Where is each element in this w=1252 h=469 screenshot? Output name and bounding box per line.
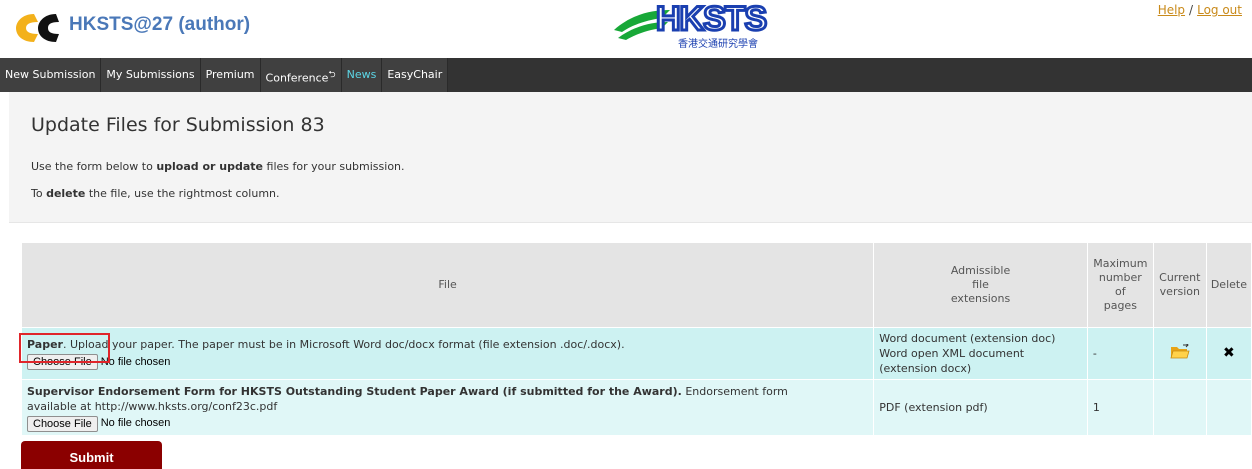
table-header-row: File Admissible file extensions Maximum num… bbox=[20, 242, 1252, 328]
file-column-header: File bbox=[20, 242, 875, 328]
top-links: Help / Log out bbox=[1158, 3, 1242, 17]
choose-file-button[interactable]: Choose File bbox=[27, 415, 98, 432]
intro-line-2: To delete the file, use the rightmost co… bbox=[31, 187, 280, 200]
page-title: Update Files for Submission 83 bbox=[31, 114, 325, 136]
nav-my-submissions[interactable]: My Submissions bbox=[101, 58, 201, 92]
nav-conference[interactable]: Conference⮌ bbox=[261, 58, 342, 92]
file-cell: Supervisor Endorsement Form for HKSTS Ou… bbox=[20, 379, 875, 436]
nav-menu: New Submission My Submissions Premium Co… bbox=[0, 58, 449, 92]
current-version-column-header: Current version bbox=[1152, 242, 1207, 328]
help-link[interactable]: Help bbox=[1158, 3, 1185, 17]
file-description: Supervisor Endorsement Form for HKSTS Ou… bbox=[27, 384, 788, 413]
delete-icon[interactable]: ✖ bbox=[1223, 345, 1235, 361]
extensions-cell: PDF (extension pdf) bbox=[873, 379, 1088, 436]
nav-conference-label: Conference bbox=[265, 71, 329, 85]
files-table: File Admissible file extensions Maximum num… bbox=[20, 242, 1252, 436]
choose-file-button[interactable]: Choose File bbox=[27, 354, 98, 370]
header: HKSTS@27 (author) HKSTS 香港交通研究學會 Help / Lo… bbox=[0, 0, 1252, 58]
max-pages-cell: - bbox=[1086, 327, 1154, 380]
delete-column-header: Delete bbox=[1205, 242, 1252, 328]
hksts-logo: HKSTS 香港交通研究學會 bbox=[614, 0, 769, 50]
file-cell: Paper. Upload your paper. The paper must… bbox=[20, 327, 875, 380]
easychair-logo-icon bbox=[16, 14, 59, 42]
logo-text: HKSTS bbox=[656, 0, 767, 38]
page-header-section: Update Files for Submission 83 Use the f… bbox=[9, 92, 1252, 223]
table-row: Supervisor Endorsement Form for HKSTS Ou… bbox=[20, 379, 1252, 436]
logout-link[interactable]: Log out bbox=[1197, 3, 1242, 17]
no-file-text: No file chosen bbox=[100, 417, 171, 429]
table-row: Paper. Upload your paper. The paper must… bbox=[20, 327, 1252, 380]
nav-news[interactable]: News bbox=[342, 58, 383, 92]
intro-line-1: Use the form below to upload or update f… bbox=[31, 160, 405, 173]
open-folder-icon[interactable] bbox=[1170, 343, 1190, 360]
delete-cell: ✖ bbox=[1205, 327, 1252, 380]
submit-button[interactable]: Submit bbox=[21, 441, 162, 469]
file-input: Choose File No file chosen bbox=[27, 354, 868, 370]
nav-bar: New Submission My Submissions Premium Co… bbox=[0, 58, 1252, 92]
nav-easychair[interactable]: EasyChair bbox=[382, 58, 449, 92]
file-input: Choose File No file chosen bbox=[27, 415, 868, 432]
current-version-cell bbox=[1152, 379, 1207, 436]
nav-new-submission[interactable]: New Submission bbox=[0, 58, 102, 92]
no-file-text: No file chosen bbox=[100, 355, 171, 368]
nav-premium[interactable]: Premium bbox=[201, 58, 261, 92]
link-separator: / bbox=[1189, 3, 1194, 17]
max-pages-column-header: Maximum number of pages bbox=[1086, 242, 1154, 328]
extensions-column-header: Admissible file extensions bbox=[873, 242, 1088, 328]
max-pages-cell: 1 bbox=[1086, 379, 1154, 436]
current-version-cell bbox=[1152, 327, 1207, 380]
logo-subtext: 香港交通研究學會 bbox=[678, 37, 758, 50]
delete-cell bbox=[1205, 379, 1252, 436]
return-arrow-icon: ⮌ bbox=[328, 70, 336, 80]
app-title: HKSTS@27 (author) bbox=[69, 14, 251, 35]
file-description: Paper. Upload your paper. The paper must… bbox=[27, 338, 625, 351]
extensions-cell: Word document (extension doc) Word open X… bbox=[873, 327, 1088, 380]
